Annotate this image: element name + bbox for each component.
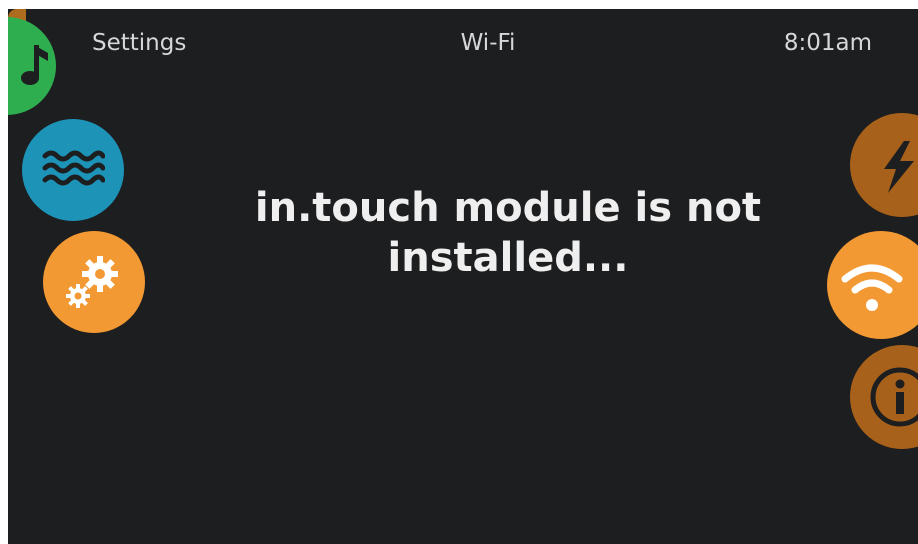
lightning-icon: [878, 141, 918, 193]
status-message: in.touch module is not installed...: [198, 183, 818, 283]
energy-button[interactable]: [850, 113, 918, 217]
gears-icon: [62, 252, 126, 312]
wifi-button[interactable]: [827, 231, 918, 339]
water-waves-icon: [41, 148, 105, 192]
clock-time: 8:01am: [783, 30, 872, 56]
settings-button[interactable]: [43, 231, 145, 333]
status-message-line-2: installed...: [387, 235, 629, 281]
music-note-icon: [20, 41, 50, 89]
info-button[interactable]: [850, 345, 918, 449]
status-message-line-1: in.touch module is not: [254, 185, 762, 231]
wifi-icon: [839, 261, 905, 313]
water-button[interactable]: [22, 119, 124, 221]
page-title: Wi-Fi: [460, 30, 516, 56]
info-icon: [870, 367, 918, 427]
touchscreen-display: Settings Wi-Fi 8:01am in.touch module is…: [8, 9, 918, 544]
